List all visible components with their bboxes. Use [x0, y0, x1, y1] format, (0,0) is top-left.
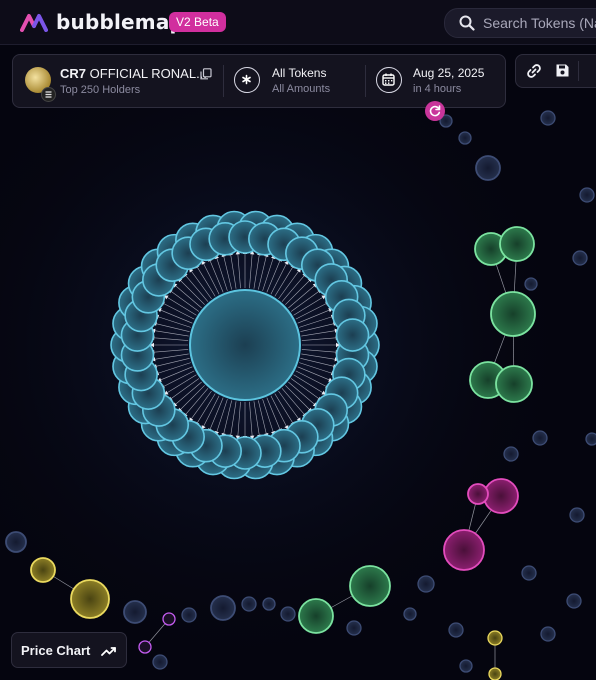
holder-bubble[interactable] [475, 155, 501, 181]
holder-bubble[interactable] [503, 446, 519, 462]
action-toolbar [515, 54, 596, 88]
asterisk-icon[interactable] [234, 67, 260, 93]
token-subtitle: Top 250 Holders [60, 84, 141, 96]
holder-bubble[interactable] [210, 595, 236, 621]
refresh-icon[interactable] [425, 101, 445, 121]
holder-bubble[interactable] [241, 596, 257, 612]
holder-bubble[interactable] [262, 597, 276, 611]
token-name[interactable]: CR7 OFFICIAL RONAL... [60, 66, 207, 81]
holder-bubble[interactable] [459, 659, 473, 673]
holder-bubble[interactable] [70, 579, 110, 619]
holder-bubble[interactable] [540, 110, 556, 126]
holder-bubble[interactable] [30, 557, 56, 583]
date-title[interactable]: Aug 25, 2025 [413, 66, 484, 80]
holder-bubble[interactable] [585, 432, 596, 446]
filter-subtitle: All Amounts [272, 83, 331, 95]
holder-bubble[interactable] [521, 565, 537, 581]
holder-bubble[interactable] [490, 291, 536, 337]
holder-bubble[interactable] [524, 277, 538, 291]
divider [365, 65, 366, 97]
version-badge: V2 Beta [169, 12, 226, 32]
price-chart-label: Price Chart [21, 643, 91, 658]
search-icon [459, 15, 475, 36]
top-bar: bubblemaps V2 Beta Search Tokens (Na [0, 0, 596, 45]
holder-bubble[interactable] [349, 565, 391, 607]
holder-bubble[interactable] [280, 606, 296, 622]
holder-bubble[interactable] [487, 630, 503, 646]
holder-bubble[interactable] [467, 483, 489, 505]
holder-bubble[interactable] [495, 365, 533, 403]
link-icon[interactable] [526, 63, 542, 84]
divider [578, 61, 579, 81]
holder-bubble[interactable] [532, 430, 548, 446]
holder-bubble[interactable] [572, 250, 588, 266]
holder-bubble[interactable] [448, 622, 464, 638]
trend-icon [101, 644, 117, 662]
holder-bubble[interactable] [346, 620, 362, 636]
token-info-panel: CR7 OFFICIAL RONAL... Top 250 Holders Al… [12, 54, 506, 108]
holder-bubble[interactable] [569, 507, 585, 523]
holder-bubble[interactable] [540, 626, 556, 642]
holder-bubble[interactable] [483, 478, 519, 514]
holder-bubble[interactable] [458, 131, 472, 145]
holder-bubble[interactable] [335, 318, 370, 352]
token-full-name: OFFICIAL RONAL... [89, 66, 207, 81]
chain-badge-icon [41, 87, 56, 102]
logo-icon[interactable] [20, 12, 48, 37]
calendar-icon[interactable] [376, 67, 402, 93]
holder-bubble-main[interactable] [189, 289, 301, 401]
save-icon[interactable] [555, 63, 570, 83]
holder-bubble[interactable] [162, 612, 176, 626]
holder-bubble[interactable] [403, 607, 417, 621]
holder-bubble[interactable] [566, 593, 582, 609]
holder-bubble[interactable] [123, 600, 147, 624]
price-chart-button[interactable]: Price Chart [11, 632, 127, 668]
holder-bubble[interactable] [443, 529, 485, 571]
filter-title[interactable]: All Tokens [272, 66, 326, 80]
search-input[interactable]: Search Tokens (Na [444, 8, 596, 38]
search-placeholder: Search Tokens (Na [483, 15, 596, 31]
holder-bubble[interactable] [5, 531, 27, 553]
bubble-map[interactable] [0, 44, 596, 680]
copy-icon[interactable] [200, 67, 212, 85]
holder-bubble[interactable] [499, 226, 535, 262]
holder-bubble[interactable] [181, 607, 197, 623]
token-symbol: CR7 [60, 66, 87, 81]
holder-bubble[interactable] [579, 187, 595, 203]
holder-bubble[interactable] [298, 598, 334, 634]
holder-bubble[interactable] [417, 575, 435, 593]
holder-bubble[interactable] [138, 640, 152, 654]
holder-bubble[interactable] [152, 654, 168, 670]
holder-bubble[interactable] [488, 667, 502, 680]
divider [223, 65, 224, 97]
date-subtitle: in 4 hours [413, 83, 462, 95]
